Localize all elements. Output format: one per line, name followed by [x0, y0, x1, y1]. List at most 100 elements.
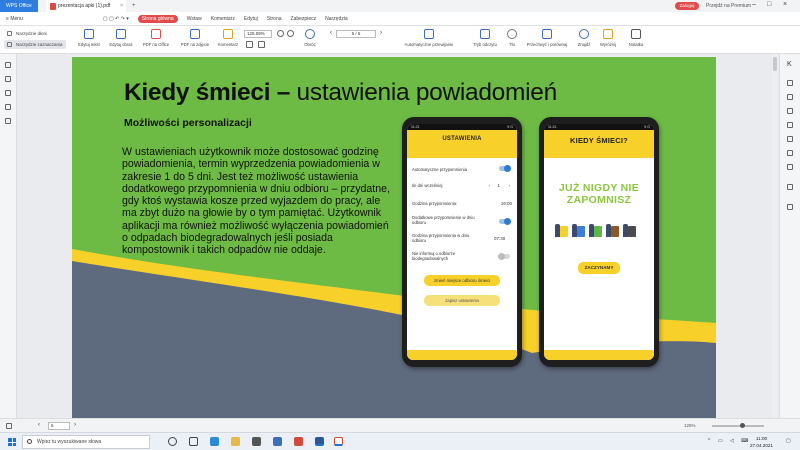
thumbnails-icon[interactable]: [5, 76, 11, 82]
tab-protect[interactable]: Zabezpiecz: [291, 16, 317, 22]
background-button[interactable]: Tło: [504, 29, 520, 47]
compress-icon[interactable]: [787, 150, 793, 156]
prev-page-icon[interactable]: ‹: [330, 30, 337, 37]
edit-image-button[interactable]: Edytuj obraz: [106, 29, 136, 47]
close-tab-icon[interactable]: ×: [120, 0, 123, 12]
scroll-thumb[interactable]: [773, 57, 777, 71]
taskbar-search[interactable]: Wpisz tu wyszukiwane słowa: [22, 435, 150, 449]
new-tab-icon[interactable]: +: [132, 3, 136, 9]
zoom-in-icon[interactable]: [277, 30, 284, 37]
quick-access-icons[interactable]: ▢ ▢ ↶ ↷ ▾: [103, 16, 129, 22]
fit-page-icon[interactable]: [246, 41, 253, 48]
page-input[interactable]: 6: [48, 422, 70, 430]
wps-pdf-icon[interactable]: [334, 437, 343, 446]
pdf-slide: Kiedy śmieci – ustawienia powiadomień Mo…: [72, 57, 716, 419]
find-button[interactable]: Znajdź: [574, 29, 594, 47]
reminder-hour-value[interactable]: 19:00: [501, 201, 512, 206]
save-settings-button[interactable]: zapisz ustawienia: [424, 295, 500, 306]
print-icon[interactable]: [787, 184, 793, 190]
pdf-to-image-button[interactable]: PDF na zdjęcie: [178, 29, 212, 47]
tray-up-icon[interactable]: ^: [708, 438, 710, 444]
slogan: JUŻ NIGDY NIE ZAPOMNISZ: [544, 182, 654, 206]
volume-icon[interactable]: ◁: [730, 438, 734, 444]
edit-text-button[interactable]: Edytuj tekst: [74, 29, 104, 47]
next-page-icon[interactable]: ›: [74, 422, 76, 428]
close-window-icon[interactable]: ×: [783, 1, 787, 8]
annotations-icon[interactable]: [5, 90, 11, 96]
read-mode-button[interactable]: Tryb odczytu: [468, 29, 502, 47]
document-tab[interactable]: prezentacja apki (1).pdf ×: [46, 0, 126, 12]
status-bar: ‹ 6 › 125%: [0, 418, 800, 432]
tab-page[interactable]: Strona: [267, 16, 282, 22]
login-button[interactable]: Zaloguj: [675, 2, 699, 10]
select-tool[interactable]: Narzędzie zaznaczania: [4, 40, 66, 49]
minimize-icon[interactable]: –: [752, 1, 756, 8]
search-panel-icon[interactable]: [5, 118, 11, 124]
ocr-icon[interactable]: [787, 164, 793, 170]
task-view-icon[interactable]: [189, 437, 198, 446]
prev-page-icon[interactable]: ‹: [38, 422, 40, 428]
sign-icon[interactable]: [787, 136, 793, 142]
highlight-button[interactable]: Wyróżnij: [596, 29, 620, 47]
days-increase-icon[interactable]: ›: [509, 183, 511, 188]
hand-tool-label: Narzędzie dłoni: [16, 31, 48, 36]
vertical-scrollbar[interactable]: [772, 54, 778, 418]
right-sidebar: K: [779, 54, 800, 418]
translate-icon[interactable]: [787, 122, 793, 128]
tab-home[interactable]: Strona główna: [137, 14, 178, 23]
zoom-knob[interactable]: [740, 423, 745, 428]
office-icon[interactable]: [294, 437, 303, 446]
zoom-slider[interactable]: [712, 423, 764, 428]
settings-icon[interactable]: [787, 204, 793, 210]
highlight-label: Wyróżnij: [599, 42, 617, 47]
navigation-icon[interactable]: [6, 423, 12, 429]
fit-width-icon[interactable]: [258, 41, 265, 48]
properties-icon[interactable]: [787, 80, 793, 86]
hand-icon: [7, 31, 12, 36]
collapse-icon[interactable]: K: [787, 61, 793, 68]
cortana-icon[interactable]: [168, 437, 177, 446]
auto-reminder-toggle[interactable]: [499, 165, 511, 172]
start-button[interactable]: ZACZYNAMY: [578, 262, 620, 274]
zoom-select[interactable]: 125.09%: [244, 30, 272, 38]
zoom-out-icon[interactable]: [287, 30, 294, 37]
pickup-hour-value[interactable]: 07:30: [494, 236, 505, 241]
bookmark-icon[interactable]: [5, 62, 11, 68]
auto-scroll-button[interactable]: Automatyczne przewijanie: [398, 29, 460, 47]
edge-icon[interactable]: [210, 437, 219, 446]
days-decrease-icon[interactable]: ‹: [489, 183, 491, 188]
attachment-icon[interactable]: [5, 104, 11, 110]
tab-comment[interactable]: Komentarz: [211, 16, 235, 22]
tab-edit[interactable]: Edytuj: [244, 16, 258, 22]
notifications-icon[interactable]: ▢: [786, 438, 791, 444]
mail-icon[interactable]: [273, 437, 282, 446]
convert-icon[interactable]: [787, 108, 793, 114]
pdf-to-office-button[interactable]: PDF na Office: [138, 29, 174, 47]
edit-panel-icon[interactable]: [787, 94, 793, 100]
maximize-icon[interactable]: □: [767, 1, 771, 8]
hand-tool[interactable]: Narzędzie dłoni: [4, 29, 66, 38]
wps-office-tab[interactable]: WPS Office: [0, 0, 38, 12]
clock[interactable]: 11:00 27.04.2021: [750, 435, 773, 449]
windows-start-icon[interactable]: [8, 438, 16, 446]
menu-button[interactable]: ≡ Menu: [6, 16, 23, 22]
note-button[interactable]: Notatka: [624, 29, 648, 47]
network-icon[interactable]: ▭: [718, 438, 723, 444]
language-icon[interactable]: ⌨: [741, 438, 748, 444]
tab-tools[interactable]: Narzędzia: [325, 16, 348, 22]
cursor-icon: [7, 42, 12, 47]
extra-reminder-toggle[interactable]: [499, 218, 511, 225]
rotate-button[interactable]: Obróć: [298, 29, 322, 47]
next-page-icon[interactable]: ›: [380, 30, 387, 37]
capture-compare-button[interactable]: Przechwyć i porównaj: [522, 29, 572, 47]
premium-link[interactable]: Przejdź na Premium: [706, 3, 751, 9]
comment-button[interactable]: Komentarz: [214, 29, 242, 47]
tab-insert[interactable]: Wstaw: [187, 16, 202, 22]
menu-label: Menu: [10, 15, 23, 22]
store-icon[interactable]: [252, 437, 261, 446]
file-explorer-icon[interactable]: [231, 437, 240, 446]
word-icon[interactable]: [315, 437, 324, 446]
page-number-input[interactable]: 6 / 6: [336, 30, 376, 38]
bio-toggle[interactable]: [498, 253, 510, 260]
change-place-button[interactable]: zmień miejsce odbioru śmieci: [424, 275, 500, 286]
